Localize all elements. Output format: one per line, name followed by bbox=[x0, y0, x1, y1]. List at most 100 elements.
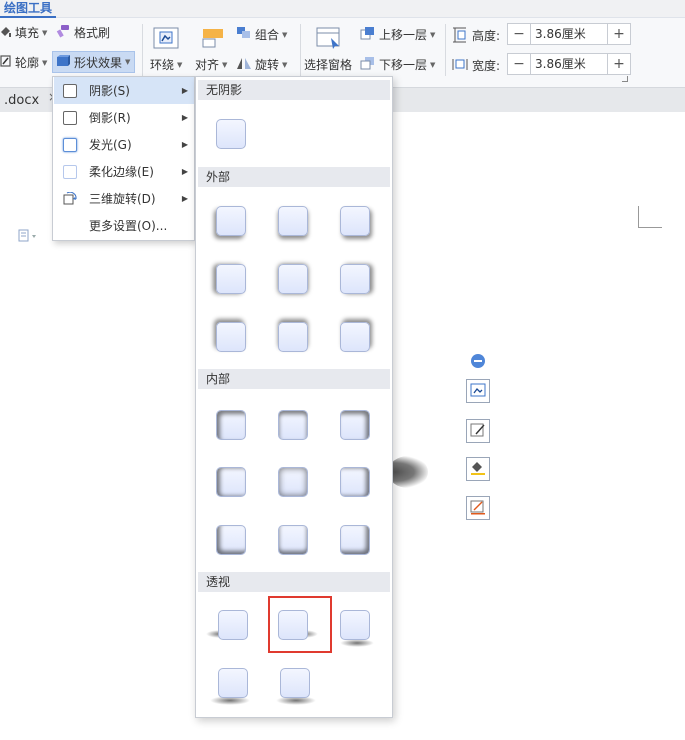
height-decrease-button[interactable]: − bbox=[508, 24, 530, 44]
shadow-preset-inner[interactable] bbox=[340, 525, 370, 555]
fill-button[interactable]: 填充 ▼ bbox=[0, 24, 47, 41]
height-input[interactable]: 3.86厘米 bbox=[530, 24, 608, 44]
layout-options-button[interactable] bbox=[466, 379, 490, 403]
chevron-right-icon: ▶ bbox=[181, 167, 188, 176]
shadow-preset-inner[interactable] bbox=[278, 467, 308, 497]
fill-color-button[interactable] bbox=[466, 457, 490, 481]
shadow-preset-outer[interactable] bbox=[340, 322, 370, 352]
shadow-preset-inner[interactable] bbox=[278, 525, 308, 555]
shadow-preset-outer[interactable] bbox=[340, 206, 370, 236]
reflection-icon bbox=[63, 110, 77, 125]
ribbon-divider bbox=[445, 24, 446, 76]
width-label: 宽度: bbox=[472, 59, 501, 73]
layout-icon bbox=[470, 383, 486, 400]
send-backward-button[interactable]: 下移一层 ▼ bbox=[360, 56, 435, 73]
paint-bucket-icon bbox=[0, 24, 12, 41]
edit-shape-icon bbox=[470, 422, 486, 441]
outline-color-button[interactable] bbox=[466, 496, 490, 520]
menu-item-shadow[interactable]: 阴影(S) ▶ bbox=[54, 77, 194, 104]
menu-item-glow[interactable]: 发光(G) ▶ bbox=[54, 131, 194, 158]
height-icon bbox=[452, 27, 468, 43]
shadow-preset-outer[interactable] bbox=[278, 322, 308, 352]
menu-item-reflection[interactable]: 倒影(R) ▶ bbox=[54, 104, 194, 131]
send-backward-label: 下移一层 bbox=[379, 58, 428, 72]
outline-label: 轮廓 bbox=[15, 56, 40, 70]
shadow-preset-outer[interactable] bbox=[340, 264, 370, 294]
bring-forward-button[interactable]: 上移一层 ▼ bbox=[360, 26, 435, 43]
tab-drawing-tools[interactable]: 绘图工具 bbox=[0, 0, 57, 18]
group-button[interactable]: 组合 ▼ bbox=[236, 26, 287, 43]
shadow-icon bbox=[63, 83, 77, 98]
collapse-icon[interactable] bbox=[471, 354, 485, 368]
width-input[interactable]: 3.86厘米 bbox=[530, 54, 608, 74]
shadow-preset-inner[interactable] bbox=[340, 410, 370, 440]
caret-down-icon: ▼ bbox=[282, 30, 288, 39]
cube-icon bbox=[55, 54, 71, 71]
menu-item-more-settings[interactable]: 更多设置(O)... bbox=[54, 212, 194, 239]
group-icon bbox=[236, 26, 252, 43]
document-tab[interactable]: .docx bbox=[0, 90, 39, 112]
menu-item-soft-edges[interactable]: 柔化边缘(E) ▶ bbox=[54, 158, 194, 185]
outline-pen-icon bbox=[470, 499, 486, 518]
section-outer: 外部 bbox=[198, 167, 390, 187]
wrap-button[interactable]: 环绕 ▼ bbox=[150, 56, 182, 73]
pen-outline-icon bbox=[0, 54, 12, 71]
shadow-preset-outer[interactable] bbox=[278, 264, 308, 294]
width-field[interactable]: − 3.86厘米 + bbox=[507, 53, 631, 75]
width-decrease-button[interactable]: − bbox=[508, 54, 530, 74]
paragraph-icon[interactable] bbox=[18, 229, 36, 243]
shadow-preset-perspective[interactable] bbox=[280, 668, 310, 698]
align-large-icon[interactable] bbox=[201, 27, 225, 49]
align-label: 对齐 bbox=[195, 58, 220, 72]
caret-down-icon: ▼ bbox=[430, 60, 436, 69]
ribbon-divider bbox=[142, 24, 143, 76]
width-icon bbox=[452, 56, 468, 72]
shadow-preset-perspective[interactable] bbox=[218, 668, 248, 698]
shadow-preset-outer[interactable] bbox=[278, 206, 308, 236]
height-label: 高度: bbox=[472, 29, 501, 43]
rotate-icon bbox=[236, 56, 252, 73]
shape-effects-label: 形状效果 bbox=[74, 55, 123, 70]
selection-pane-icon[interactable] bbox=[315, 26, 343, 50]
glow-icon bbox=[63, 137, 77, 152]
format-painter-button[interactable]: 格式刷 bbox=[55, 24, 110, 41]
bring-forward-icon bbox=[360, 26, 376, 43]
width-increase-button[interactable]: + bbox=[608, 54, 630, 74]
shadow-preset-outer[interactable] bbox=[216, 322, 246, 352]
shadow-preset-inner[interactable] bbox=[278, 410, 308, 440]
height-field[interactable]: − 3.86厘米 + bbox=[507, 23, 631, 45]
shadow-preset-perspective[interactable] bbox=[340, 610, 370, 640]
shadow-preset-inner[interactable] bbox=[216, 410, 246, 440]
edit-shape-button[interactable] bbox=[466, 419, 490, 443]
outline-button[interactable]: 轮廓 ▼ bbox=[0, 54, 47, 71]
selection-pane-label[interactable]: 选择窗格 bbox=[304, 56, 352, 73]
caret-down-icon: ▼ bbox=[282, 60, 288, 69]
wrap-large-icon[interactable] bbox=[152, 26, 180, 50]
perspective-shadow-mark bbox=[340, 639, 374, 647]
menu-item-3d-rotation[interactable]: 三维旋转(D) ▶ bbox=[54, 185, 194, 212]
align-button[interactable]: 对齐 ▼ bbox=[195, 56, 227, 73]
caret-down-icon: ▼ bbox=[430, 30, 436, 39]
shadow-preset-inner[interactable] bbox=[216, 525, 246, 555]
shadow-preset-perspective[interactable] bbox=[218, 610, 248, 640]
shape-effects-button[interactable]: 形状效果 ▼ bbox=[52, 51, 136, 73]
brush-icon bbox=[55, 24, 71, 41]
menu-item-label: 三维旋转(D) bbox=[89, 192, 156, 206]
shadow-preset-outer[interactable] bbox=[216, 264, 246, 294]
shadow-preset-none[interactable] bbox=[216, 119, 246, 149]
shadow-preset-inner[interactable] bbox=[340, 467, 370, 497]
wrap-label: 环绕 bbox=[150, 58, 175, 72]
caret-down-icon: ▼ bbox=[125, 58, 131, 66]
shadow-preset-inner[interactable] bbox=[216, 467, 246, 497]
menu-item-label: 阴影(S) bbox=[89, 84, 130, 98]
shadow-preset-outer[interactable] bbox=[216, 206, 246, 236]
menu-item-label: 更多设置(O)... bbox=[89, 219, 168, 233]
rotate-label: 旋转 bbox=[255, 58, 280, 72]
caret-down-icon: ▼ bbox=[222, 60, 228, 69]
caret-down-icon: ▼ bbox=[177, 60, 183, 69]
dialog-launcher-icon[interactable] bbox=[622, 76, 628, 82]
height-increase-button[interactable]: + bbox=[608, 24, 630, 44]
section-perspective: 透视 bbox=[198, 572, 390, 592]
chevron-right-icon: ▶ bbox=[181, 86, 188, 95]
rotate-button[interactable]: 旋转 ▼ bbox=[236, 56, 287, 73]
